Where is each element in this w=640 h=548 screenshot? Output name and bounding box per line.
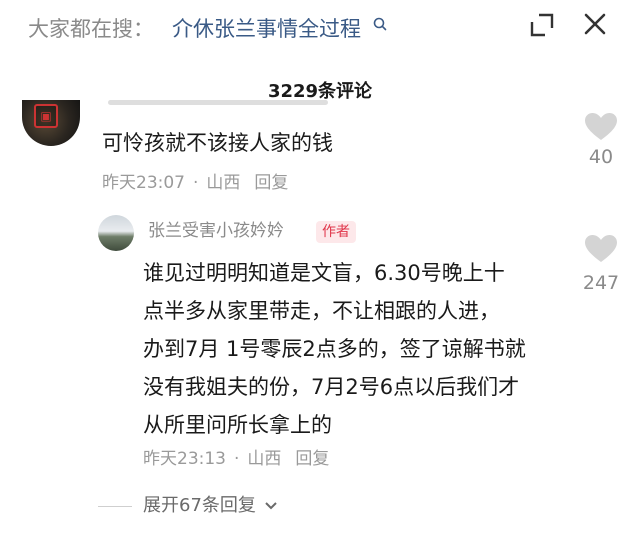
comment-meta: 昨天23:07 · 山西 回复 [102,172,288,194]
reply-meta: 昨天23:13 · 山西 回复 [143,448,329,470]
reply-time: 昨天23:13 [143,449,226,469]
avatar[interactable] [98,215,134,251]
reply-text: 谁见过明明知道是文盲，6.30号晚上十 点半多从家里带走，不让相跟的人进， 办到… [143,254,583,444]
reply-text-line: 办到7月 1号零辰2点多的，签了谅解书就 [143,337,526,361]
search-icon[interactable] [371,15,391,35]
comment-time: 昨天23:07 [102,173,185,193]
avatar-emblem-icon: ▣ [34,104,58,128]
meta-separator: · [193,173,199,193]
search-suggestion-link[interactable]: 介休张兰事情全过程 [172,15,361,43]
comment-text: 可怜孩就不该接人家的钱 [102,131,333,155]
expand-replies-label[interactable]: 展开67条回复 [143,495,256,516]
expand-divider [98,506,132,507]
like-count: 40 [588,146,614,168]
author-badge: 作者 [316,221,356,243]
commenter-name-cropped [108,100,328,105]
reply-text-line: 点半多从家里带走，不让相跟的人进， [143,299,500,323]
meta-separator: · [234,449,240,469]
comment-location: 山西 [206,173,241,193]
reply-author-name[interactable]: 张兰受害小孩妗妗 [148,219,284,243]
reply-location: 山西 [247,449,282,469]
reply-text-line: 从所里问所长拿上的 [143,413,332,437]
like-count: 247 [582,272,620,294]
collapse-icon[interactable] [529,12,555,38]
expand-replies-button[interactable]: 展开67条回复 [143,494,278,518]
reply-text-line: 谁见过明明知道是文盲，6.30号晚上十 [143,261,505,285]
heart-icon[interactable] [584,234,618,264]
avatar[interactable]: ▣ [22,100,80,146]
reply-button[interactable]: 回复 [295,449,329,469]
reply-text-line: 没有我姐夫的份，7月2号6点以后我们才 [143,375,520,399]
heart-icon[interactable] [584,112,618,142]
reply-button[interactable]: 回复 [254,173,288,193]
chevron-down-icon[interactable] [264,501,278,511]
search-prefix: 大家都在搜： [28,17,154,41]
close-icon[interactable] [581,10,609,38]
